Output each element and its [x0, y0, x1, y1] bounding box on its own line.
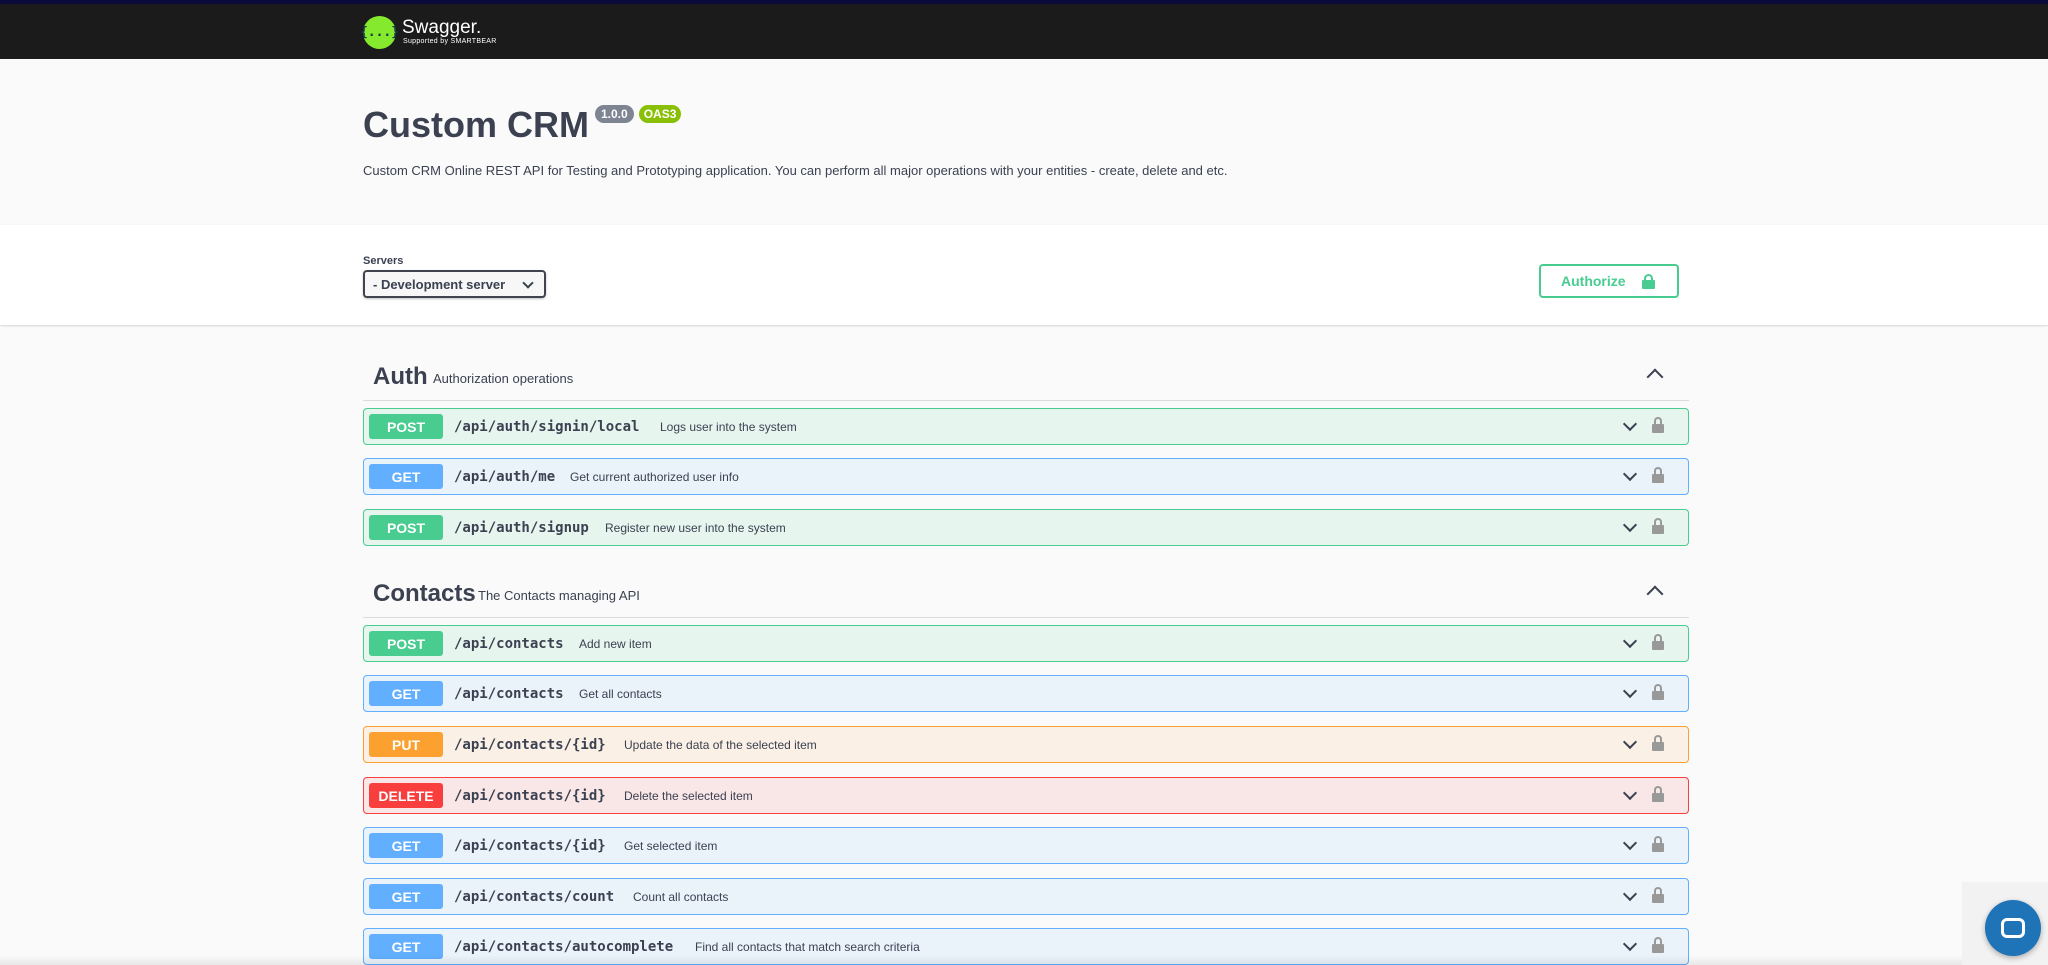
info-section: Custom CRM 1.0.0 OAS3 Custom CRM Online …	[0, 59, 2048, 225]
lock-icon[interactable]	[1652, 735, 1664, 751]
unlock-icon	[1642, 274, 1655, 289]
scheme-container: Servers - Development server Authorize	[0, 225, 2048, 325]
authorize-label: Authorize	[1561, 273, 1626, 289]
method-badge: GET	[369, 464, 443, 489]
lock-icon[interactable]	[1652, 786, 1664, 802]
page-title: Custom CRM	[363, 104, 589, 145]
operation-row[interactable]: GET /api/contacts/{id} Get selected item	[363, 827, 1689, 864]
chevron-down-icon[interactable]	[1622, 633, 1638, 649]
swagger-logo-icon: {...}	[360, 15, 399, 49]
chevron-up-icon[interactable]	[1646, 585, 1664, 603]
tag-header-auth[interactable]: Auth Authorization operations	[363, 349, 1689, 401]
operation-path: /api/contacts/{id}	[454, 788, 606, 804]
oas-badge: OAS3	[638, 105, 682, 123]
lock-icon[interactable]	[1652, 518, 1664, 534]
method-badge: GET	[369, 884, 443, 909]
version-badges: 1.0.0 OAS3	[593, 105, 682, 123]
method-badge: POST	[369, 414, 443, 439]
lock-icon[interactable]	[1652, 887, 1664, 903]
method-badge: DELETE	[369, 783, 443, 808]
operation-summary: Delete the selected item	[624, 789, 753, 803]
chevron-down-icon[interactable]	[1622, 734, 1638, 750]
logo-name: Swagger.	[402, 17, 482, 38]
lock-icon[interactable]	[1652, 634, 1664, 650]
operation-row[interactable]: POST /api/contacts Add new item	[363, 625, 1689, 662]
chevron-down-icon[interactable]	[1622, 835, 1638, 851]
operation-summary: Update the data of the selected item	[624, 738, 817, 752]
lock-icon[interactable]	[1652, 937, 1664, 953]
method-badge: GET	[369, 833, 443, 858]
chevron-down-icon[interactable]	[1622, 683, 1638, 699]
top-bar: {...} Swagger. Supported by SMARTBEAR	[0, 0, 2048, 59]
operation-path: /api/contacts/{id}	[454, 838, 606, 854]
chevron-down-icon[interactable]	[1622, 517, 1638, 533]
operation-summary: Get selected item	[624, 839, 718, 853]
chevron-down-icon[interactable]	[1622, 466, 1638, 482]
operation-summary: Add new item	[579, 637, 652, 651]
lock-icon[interactable]	[1652, 836, 1664, 852]
operation-summary: Logs user into the system	[660, 420, 797, 434]
swagger-logo[interactable]: {...} Swagger. Supported by SMARTBEAR	[360, 14, 497, 50]
title-row: Custom CRM 1.0.0 OAS3	[363, 104, 682, 145]
operation-row[interactable]: GET /api/contacts Get all contacts	[363, 675, 1689, 712]
bottom-shadow	[0, 955, 2048, 965]
lock-icon[interactable]	[1652, 417, 1664, 433]
method-badge: PUT	[369, 732, 443, 757]
logo-subtitle: Supported by SMARTBEAR	[403, 38, 497, 45]
version-badge: 1.0.0	[594, 105, 634, 123]
chevron-down-icon[interactable]	[1622, 886, 1638, 902]
lock-icon[interactable]	[1652, 467, 1664, 483]
servers-select[interactable]: - Development server	[363, 270, 546, 298]
operation-row[interactable]: POST /api/auth/signup Register new user …	[363, 509, 1689, 546]
operation-row[interactable]: DELETE /api/contacts/{id} Delete the sel…	[363, 777, 1689, 814]
operation-summary: Get all contacts	[579, 687, 662, 701]
operation-summary: Register new user into the system	[605, 521, 786, 535]
tag-header-contacts[interactable]: Contacts The Contacts managing API	[363, 566, 1689, 618]
logo-text: Swagger. Supported by SMARTBEAR	[402, 18, 497, 46]
chat-bubble-icon	[2001, 918, 2025, 938]
operation-path: /api/auth/me	[454, 469, 556, 485]
operation-path: /api/contacts	[454, 686, 564, 702]
chevron-up-icon[interactable]	[1646, 368, 1664, 386]
tag-name: Auth	[373, 363, 428, 390]
tag-description: The Contacts managing API	[478, 588, 640, 603]
servers-label: Servers	[363, 255, 404, 267]
authorize-button[interactable]: Authorize	[1539, 264, 1679, 298]
operation-row[interactable]: GET /api/auth/me Get current authorized …	[363, 458, 1689, 495]
lock-icon[interactable]	[1652, 684, 1664, 700]
operation-summary: Count all contacts	[633, 890, 729, 904]
operation-path: /api/contacts	[454, 636, 564, 652]
method-badge: POST	[369, 515, 443, 540]
api-description: Custom CRM Online REST API for Testing a…	[363, 163, 1228, 178]
operation-path: /api/contacts/autocomplete	[454, 939, 674, 955]
operation-row[interactable]: GET /api/contacts/count Count all contac…	[363, 878, 1689, 915]
operation-path: /api/contacts/{id}	[454, 737, 606, 753]
chevron-down-icon[interactable]	[1622, 416, 1638, 432]
method-badge: POST	[369, 631, 443, 656]
operation-path: /api/contacts/count	[454, 889, 615, 905]
operation-summary: Get current authorized user info	[570, 470, 739, 484]
chat-widget-button[interactable]	[1985, 900, 2041, 956]
chevron-down-icon[interactable]	[1622, 936, 1638, 952]
servers-selected-value: - Development server	[373, 276, 506, 292]
tag-name: Contacts	[373, 580, 476, 607]
operation-path: /api/auth/signup	[454, 520, 589, 536]
operation-summary: Find all contacts that match search crit…	[695, 940, 920, 954]
operation-path: /api/auth/signin/local	[454, 419, 640, 435]
operation-row[interactable]: POST /api/auth/signin/local Logs user in…	[363, 408, 1689, 445]
chevron-down-icon	[522, 277, 534, 289]
chevron-down-icon[interactable]	[1622, 785, 1638, 801]
operation-row[interactable]: PUT /api/contacts/{id} Update the data o…	[363, 726, 1689, 763]
tag-description: Authorization operations	[433, 371, 574, 386]
method-badge: GET	[369, 681, 443, 706]
